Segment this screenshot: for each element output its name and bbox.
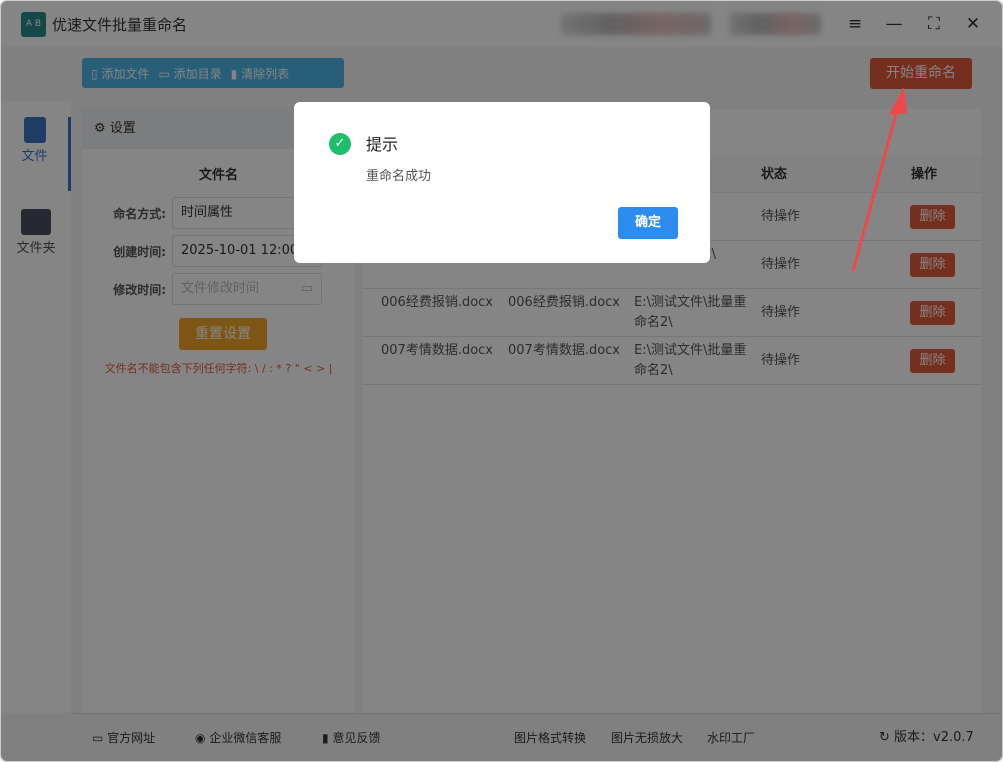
confirm-button[interactable]: 确定 bbox=[618, 207, 678, 239]
success-dialog: ✓ 提示 重命名成功 确定 bbox=[294, 102, 710, 263]
success-check-icon: ✓ bbox=[329, 133, 351, 155]
dialog-message: 重命名成功 bbox=[366, 169, 432, 184]
dialog-title: 提示 bbox=[366, 135, 399, 154]
app-window: A B 优速文件批量重命名 ≡ — ⛶ ✕ 文件 文件夹 ▯ 添加文件 ▭ 添加… bbox=[0, 0, 1003, 762]
